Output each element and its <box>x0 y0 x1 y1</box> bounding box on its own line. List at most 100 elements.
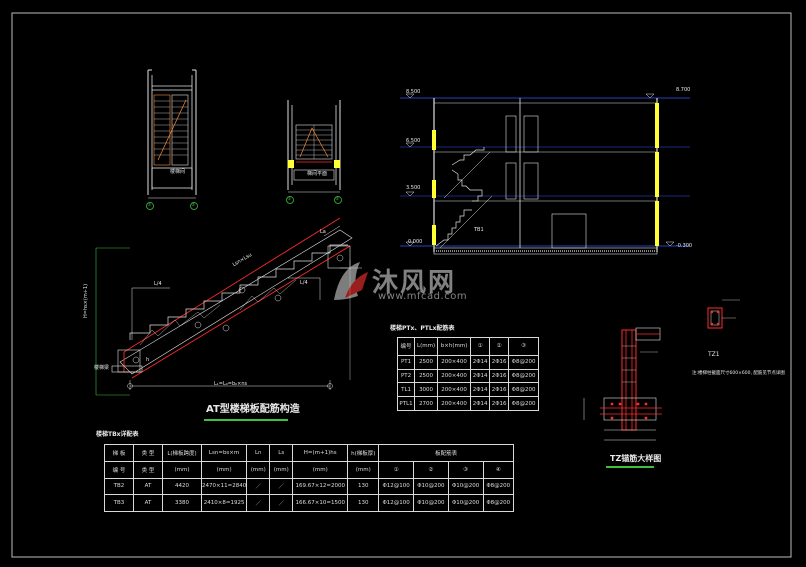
table-cell: ／ <box>269 494 294 512</box>
tz1-note: 注:楼梯柱截面尺寸600×600, 配筋见节点详图 <box>692 371 785 376</box>
table-cell: Φ12@100 <box>378 494 414 512</box>
table-header-cell: Lsn=bs×m <box>200 444 248 462</box>
ptz-table: 编号 L(mm) b×h(mm) ① ② ③ PT1 2500 200×400 … <box>396 337 539 411</box>
table-header-cell: 类 型 <box>133 460 163 479</box>
table-row: PT1 2500 200×400 2Φ14 2Φ16 Φ8@200 <box>396 354 539 370</box>
section-elev-top-left: 8.500 <box>406 89 421 95</box>
table-cell: 2500 <box>414 354 439 370</box>
tz-detail-title: TZ锚筋大样图 <box>610 454 662 463</box>
tz-detail-title-underline <box>606 466 654 468</box>
table-header-cell: 编 号 <box>104 460 134 479</box>
table-row: TB2 AT 4420 2470×11=2840 ／ ／ 169.67×12=2… <box>104 477 515 496</box>
ptz-header-cell: ② <box>489 337 510 356</box>
table-cell: Φ12@100 <box>378 477 414 496</box>
table-cell: 200×400 <box>437 396 472 411</box>
table-cell: Φ8@200 <box>508 354 539 370</box>
table-cell: 200×400 <box>437 354 472 370</box>
table-cell: 2470×11=2840 <box>200 477 248 496</box>
ptz-header-cell: 编号 <box>396 337 416 356</box>
table-cell: 200×400 <box>437 382 472 398</box>
table-row: PT2 2500 200×400 2Φ14 2Φ16 Φ8@200 <box>396 368 539 384</box>
table-header-cell: 梯 板 <box>104 444 134 462</box>
table-cell: PT1 <box>396 354 416 370</box>
table-cell: Φ10@200 <box>412 477 449 496</box>
section-elev-top: 8.700 <box>676 87 691 93</box>
section-elev-0: 0.000 <box>408 239 423 245</box>
watermark-url: www.mfcad.com <box>378 291 468 302</box>
section-elev-2: 6.500 <box>406 138 421 144</box>
table-cell: Φ10@200 <box>412 494 449 512</box>
building-section <box>400 93 690 255</box>
table-cell: Φ8@200 <box>508 382 539 398</box>
table-cell: 2Φ16 <box>489 396 510 411</box>
stair-plan-right <box>286 100 342 204</box>
plan-right-label: 梯间平面 <box>307 171 328 177</box>
table-cell: TL1 <box>396 382 416 398</box>
table-row: TL1 3000 200×400 2Φ14 2Φ16 Φ8@200 <box>396 382 539 398</box>
table-cell: 166.67×10=1500 <box>292 494 349 512</box>
table-cell: Φ10@200 <box>447 477 484 496</box>
plan-axis-a: ① <box>147 202 152 208</box>
table-cell: 2Φ16 <box>489 382 510 398</box>
tz-column-detail <box>583 299 740 441</box>
table-header-cell: ② <box>412 460 449 479</box>
table-header-cell: ④ <box>482 460 515 479</box>
table-cell: PT2 <box>396 368 416 384</box>
table-header-cell: Ls <box>269 444 294 462</box>
table-header-cell: H=(m+1)hs <box>292 444 349 462</box>
table-cell: ／ <box>246 494 271 512</box>
stair-slab-table: 梯 板 类 型 L(梯板跨度) Lsn=bs×m Ln Ls H=(m+1)hs… <box>104 444 515 512</box>
table-header-row-1: 梯 板 类 型 L(梯板跨度) Lsn=bs×m Ln Ls H=(m+1)hs… <box>104 444 514 462</box>
table-cell: Φ8@200 <box>482 494 515 512</box>
table-cell: ／ <box>269 477 294 496</box>
table-cell: Φ8@200 <box>508 368 539 384</box>
table-cell: 2700 <box>414 396 439 411</box>
table-cell: TB2 <box>104 477 134 496</box>
table-header-cell: (mm) <box>347 460 380 479</box>
plan-axis-d: ② <box>335 196 340 202</box>
table-cell: 2Φ16 <box>489 368 510 384</box>
detail-label-l4-right: L/4 <box>300 280 308 286</box>
detail-dim-bottom: L₁=L₀=b₀×ns <box>214 381 248 387</box>
table-cell: AT <box>133 477 163 496</box>
ptz-table-header: 编号 L(mm) b×h(mm) ① ② ③ <box>396 337 539 356</box>
table-cell: 130 <box>347 477 380 496</box>
table-header-cell: (mm) <box>162 460 202 479</box>
table-cell: 2410×8=1925 <box>200 494 248 512</box>
stair-plan-left <box>146 69 198 210</box>
table-header-cell: ① <box>378 460 414 479</box>
table-cell: 4420 <box>162 477 202 496</box>
table-header-cell: (mm) <box>200 460 248 479</box>
table-cell: 2Φ14 <box>470 382 491 398</box>
table-header-cell: ③ <box>447 460 484 479</box>
table-cell: 3000 <box>414 382 439 398</box>
stair-slab-detail <box>95 217 362 396</box>
table-cell: Φ8@200 <box>482 477 515 496</box>
ptz-header-cell: L(mm) <box>414 337 439 356</box>
table-cell: ／ <box>246 477 271 496</box>
ptz-table-title: 楼梯PTx、PTLx配筋表 <box>390 325 455 332</box>
table-cell: 169.67×12=2000 <box>292 477 349 496</box>
table-cell: 2Φ14 <box>470 396 491 411</box>
table-cell: AT <box>133 494 163 512</box>
table-header-cell: (mm) <box>292 460 349 479</box>
section-stair-label: TB1 <box>474 227 484 233</box>
table-cell: 2500 <box>414 368 439 384</box>
detail-label-ln: La <box>320 229 326 235</box>
plan-axis-b: ② <box>191 202 196 208</box>
detail-label-beam: 楼梯梁 <box>94 365 110 371</box>
table-header-cell: (mm) <box>269 460 294 479</box>
table-header-cell: 板配筋表 <box>378 444 514 462</box>
table-cell: Φ8@200 <box>508 396 539 411</box>
ptz-header-cell: ③ <box>508 337 539 356</box>
table-cell: 2Φ14 <box>470 368 491 384</box>
section-elev-neg: -0.300 <box>676 243 693 249</box>
table-cell: 200×400 <box>437 368 472 384</box>
table-header-cell: L(梯板跨度) <box>162 444 202 462</box>
table-cell: 130 <box>347 494 380 512</box>
section-elev-1: 3.500 <box>406 185 421 191</box>
plan-axis-c: ① <box>287 196 292 202</box>
table-row: PTL1 2700 200×400 2Φ14 2Φ16 Φ8@200 <box>396 396 539 411</box>
detail-label-hb: h <box>146 357 150 363</box>
table-header-cell: 类 型 <box>133 444 163 462</box>
